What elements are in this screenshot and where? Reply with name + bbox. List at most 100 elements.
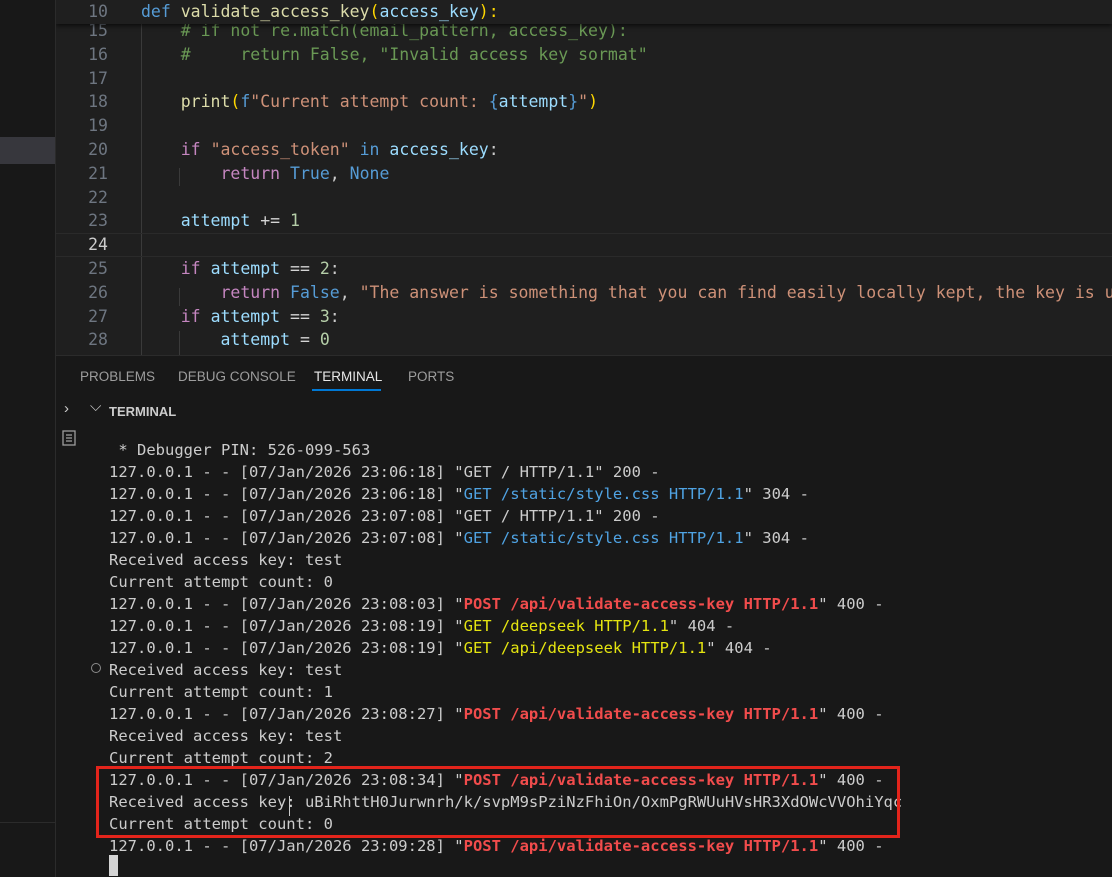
tab-terminal[interactable]: TERMINAL (314, 369, 382, 384)
code-line[interactable]: 28 attempt = 0 (56, 328, 1112, 352)
terminal-line: Current attempt count: 0 (109, 571, 333, 593)
line-number: 16 (88, 44, 108, 64)
code-token: ( (369, 2, 380, 21)
terminal-text: Received access key: test (109, 661, 343, 679)
tab-ports[interactable]: PORTS (408, 369, 454, 384)
line-number: 28 (88, 330, 108, 350)
line-code: attempt = 0 (141, 328, 330, 352)
terminal-line: 127.0.0.1 - - [07/Jan/2026 23:07:08] "GE… (109, 527, 809, 549)
terminal-text: 127.0.0.1 - - [07/Jan/2026 23:06:18] " (109, 485, 464, 503)
code-token: : (488, 140, 499, 159)
code-line[interactable]: 27 if attempt == 3: (56, 305, 1112, 329)
line-number: 18 (88, 92, 108, 112)
terminal-section-header[interactable]: › ⌵ (56, 398, 1112, 425)
line-code: if attempt == 2: (141, 257, 340, 281)
code-token: } (568, 92, 579, 112)
terminal-section-title: TERMINAL (109, 404, 177, 419)
sidebar-divider (0, 822, 55, 823)
line-code: return False, "The answer is something t… (141, 281, 1112, 305)
code-token: validate_access_key (180, 2, 370, 21)
line-number: 20 (88, 140, 108, 159)
code-line[interactable]: 22 (56, 186, 1112, 210)
terminal-line: 127.0.0.1 - - [07/Jan/2026 23:06:18] "GE… (109, 461, 660, 483)
terminal-text: " 404 - (706, 639, 772, 657)
line-number: 21 (88, 163, 108, 183)
terminal-text: 127.0.0.1 - - [07/Jan/2026 23:08:19] " (109, 617, 464, 635)
line-number: 27 (88, 306, 108, 326)
command-decoration-icon[interactable] (91, 663, 101, 673)
code-line[interactable]: 26 return False, "The answer is somethin… (56, 281, 1112, 305)
code-token: = (290, 330, 320, 350)
sidebar-selected-item[interactable] (0, 137, 55, 164)
code-line[interactable]: 24 (56, 233, 1112, 257)
line-number: 24 (88, 235, 108, 255)
terminal-line: Current attempt count: 1 (109, 681, 333, 703)
code-token: ): (478, 2, 499, 21)
code-token: 0 (319, 330, 330, 350)
line-number: 23 (88, 211, 108, 231)
code-token: ( (230, 92, 241, 112)
code-editor[interactable]: 10 def validate_access_key(access_key): 15… (56, 0, 1112, 355)
code-token: # return False, "Invalid access key sorm… (141, 44, 648, 64)
code-line[interactable]: 17 (56, 67, 1112, 91)
terminal-text: GET /deepseek HTTP/1.1 (463, 617, 669, 635)
chevron-right-icon[interactable]: › (64, 400, 69, 417)
terminal-text: GET /static/style.css HTTP/1.1 (463, 485, 744, 503)
terminal-list-icon[interactable] (62, 430, 76, 446)
tab-problems[interactable]: PROBLEMS (80, 369, 155, 384)
terminal-cursor (109, 855, 118, 876)
code-line[interactable]: 23 attempt += 1 (56, 209, 1112, 233)
code-line[interactable]: 10 def validate_access_key(access_key): (56, 0, 1112, 24)
terminal-text: 127.0.0.1 - - [07/Jan/2026 23:07:08] " (109, 529, 464, 547)
terminal-text: " 404 - (668, 617, 735, 635)
code-token: attempt (210, 259, 281, 278)
terminal-line: 127.0.0.1 - - [07/Jan/2026 23:08:27] "PO… (109, 703, 884, 725)
panel-tab-bar: PROBLEMS DEBUG CONSOLE TERMINAL PORTS (56, 355, 1112, 398)
line-code: def validate_access_key(access_key): (141, 0, 499, 24)
terminal-text: " 304 - (743, 485, 809, 503)
terminal-text: 127.0.0.1 - - [07/Jan/2026 23:09:28] " (109, 837, 464, 855)
terminal-line: 127.0.0.1 - - [07/Jan/2026 23:07:08] "GE… (109, 505, 660, 527)
terminal-text: 127.0.0.1 - - [07/Jan/2026 23:08:27] " (109, 705, 464, 723)
code-token: def (141, 2, 181, 21)
code-line[interactable]: 20 if "access_token" in access_key: (56, 138, 1112, 162)
terminal-text: GET /static/style.css HTTP/1.1 (463, 529, 744, 547)
code-token: ) (588, 92, 599, 112)
code-line[interactable]: 21 return True, None (56, 162, 1112, 186)
code-token: access_key (379, 2, 479, 21)
code-line[interactable]: 25 if attempt == 2: (56, 257, 1112, 281)
code-token: 3 (319, 306, 330, 326)
tab-debug-console[interactable]: DEBUG CONSOLE (178, 369, 296, 384)
line-code: # return False, "Invalid access key sorm… (141, 43, 648, 67)
code-token: print (180, 92, 231, 112)
line-number: 10 (88, 2, 108, 21)
terminal-text: Current attempt count: 0 (109, 573, 333, 591)
code-token: "Current attempt count: (250, 92, 489, 112)
terminal-text: 127.0.0.1 - - [07/Jan/2026 23:07:08] "GE… (109, 507, 660, 525)
code-token: if (180, 259, 211, 278)
code-token: False (290, 282, 340, 302)
terminal-text: " 400 - (818, 705, 884, 723)
left-sidebar (0, 0, 56, 877)
code-token: f (240, 92, 251, 112)
line-code: attempt += 1 (141, 209, 300, 233)
code-line[interactable]: 16 # return False, "Invalid access key s… (56, 43, 1112, 67)
code-line[interactable]: 19 (56, 114, 1112, 138)
code-token: None (349, 163, 390, 183)
code-token: if (180, 306, 211, 326)
code-token: True (290, 163, 330, 183)
code-token: if (180, 140, 211, 159)
chevron-down-icon[interactable]: ⌵ (90, 398, 101, 415)
code-line[interactable]: 18 print(f"Current attempt count: {attem… (56, 90, 1112, 114)
terminal-text: Received access key: test (109, 727, 343, 745)
code-token: "The answer is something that you can fi… (359, 282, 1112, 302)
code-token: : (329, 259, 340, 278)
line-number: 26 (88, 282, 108, 302)
terminal-text: " 400 - (818, 595, 884, 613)
